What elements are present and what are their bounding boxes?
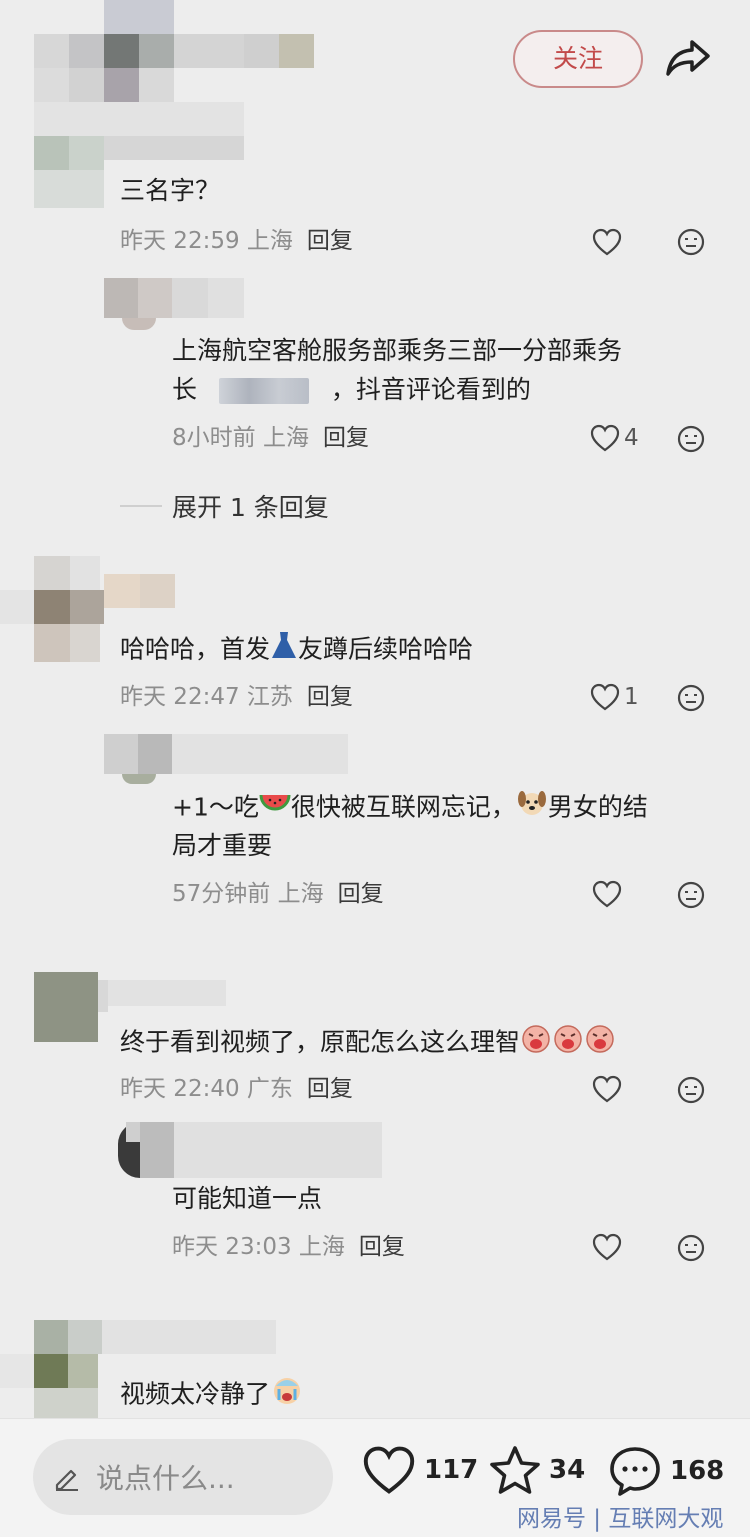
bottom-action-bar: 说点什么... 117 34 168 网易号 | 互联网大观	[0, 1418, 750, 1537]
comment-text: 终于看到视频了，原配怎么这么理智	[120, 1022, 616, 1065]
neutral-face-icon[interactable]	[677, 425, 705, 453]
neutral-face-icon[interactable]	[677, 228, 705, 256]
star-icon	[490, 1446, 540, 1494]
pen-icon	[53, 1463, 81, 1495]
like-button[interactable]: 4	[590, 424, 639, 452]
dog-face-icon	[516, 788, 548, 829]
comment-count: 168	[670, 1456, 725, 1486]
reply-meta: 8小时前 上海 回复	[172, 425, 369, 451]
neutral-face-icon[interactable]	[677, 1076, 705, 1104]
comment-text: 哈哈哈，首发 友蹲后续哈哈哈	[120, 630, 473, 671]
reply-meta: 昨天 23:03 上海 回复	[172, 1234, 405, 1260]
blurred-reply-avatar[interactable]	[118, 1122, 382, 1178]
like-button[interactable]	[592, 880, 622, 908]
reply-button[interactable]: 回复	[307, 1076, 353, 1102]
comment-text: 三名字？	[120, 176, 221, 205]
reply-text-line2: 局才重要	[172, 831, 273, 860]
reply-text: 可能知道一点	[172, 1184, 323, 1213]
crying-face-icon	[520, 1022, 616, 1065]
heart-icon	[592, 880, 622, 908]
reply-text-line2: 长 ，抖音评论看到的	[172, 375, 531, 404]
chat-bubble-icon	[610, 1447, 660, 1496]
comment-input[interactable]: 说点什么...	[33, 1439, 333, 1515]
reply-text-line1: +1～吃 很快被互联网忘记， 男女的结	[172, 788, 648, 829]
comment-meta: 昨天 22:47 江苏 回复	[120, 684, 353, 710]
neutral-face-icon[interactable]	[677, 684, 705, 712]
heart-icon	[592, 1233, 622, 1261]
share-icon[interactable]	[664, 36, 712, 84]
reply-button[interactable]: 回复	[359, 1234, 405, 1260]
heart-icon	[590, 424, 620, 452]
reply-meta: 57分钟前 上海 回复	[172, 881, 384, 907]
blurred-reply-avatar[interactable]	[104, 278, 244, 330]
like-button[interactable]: 1	[590, 683, 639, 711]
reply-button[interactable]: 回复	[323, 425, 369, 451]
like-count: 4	[624, 425, 639, 451]
blurred-name	[218, 378, 309, 404]
heart-icon	[592, 228, 622, 256]
heart-icon	[590, 683, 620, 711]
comment-meta: 昨天 22:59 上海 回复	[120, 225, 353, 257]
comment-text: 视频太冷静了	[120, 1374, 304, 1417]
like-count: 1	[624, 684, 639, 710]
reply-button[interactable]: 回复	[338, 881, 384, 907]
crying-face-icon	[270, 1374, 304, 1417]
reply-button[interactable]: 回复	[307, 228, 353, 254]
like-post-button[interactable]: 117	[362, 1445, 478, 1495]
star-count: 34	[549, 1455, 586, 1485]
neutral-face-icon[interactable]	[677, 1234, 705, 1262]
neutral-face-icon[interactable]	[677, 881, 705, 909]
expand-replies-link[interactable]: 展开 1 条回复	[172, 488, 329, 524]
divider	[120, 505, 162, 507]
reply-text-line1: 上海航空客舱服务部乘务三部一分部乘务	[172, 336, 623, 365]
heart-icon	[363, 1446, 415, 1494]
watermelon-icon	[259, 790, 291, 828]
heart-icon	[592, 1075, 622, 1103]
blurred-reply-avatar[interactable]	[104, 734, 348, 784]
like-count: 117	[424, 1455, 479, 1485]
reply-button[interactable]: 回复	[307, 684, 353, 710]
like-button[interactable]	[592, 1075, 622, 1103]
like-button[interactable]	[592, 1233, 622, 1261]
follow-button[interactable]: 关注	[513, 30, 643, 88]
star-post-button[interactable]: 34	[489, 1445, 585, 1495]
dress-icon	[270, 630, 298, 671]
comment-post-button[interactable]: 168	[608, 1445, 724, 1497]
watermark: 网易号 | 互联网大观	[517, 1506, 724, 1532]
comment-input-placeholder: 说点什么...	[96, 1462, 235, 1495]
comment-meta: 昨天 22:40 广东 回复	[120, 1076, 353, 1102]
comment-time: 昨天 22:59 上海	[120, 228, 293, 254]
like-button[interactable]	[592, 228, 622, 256]
